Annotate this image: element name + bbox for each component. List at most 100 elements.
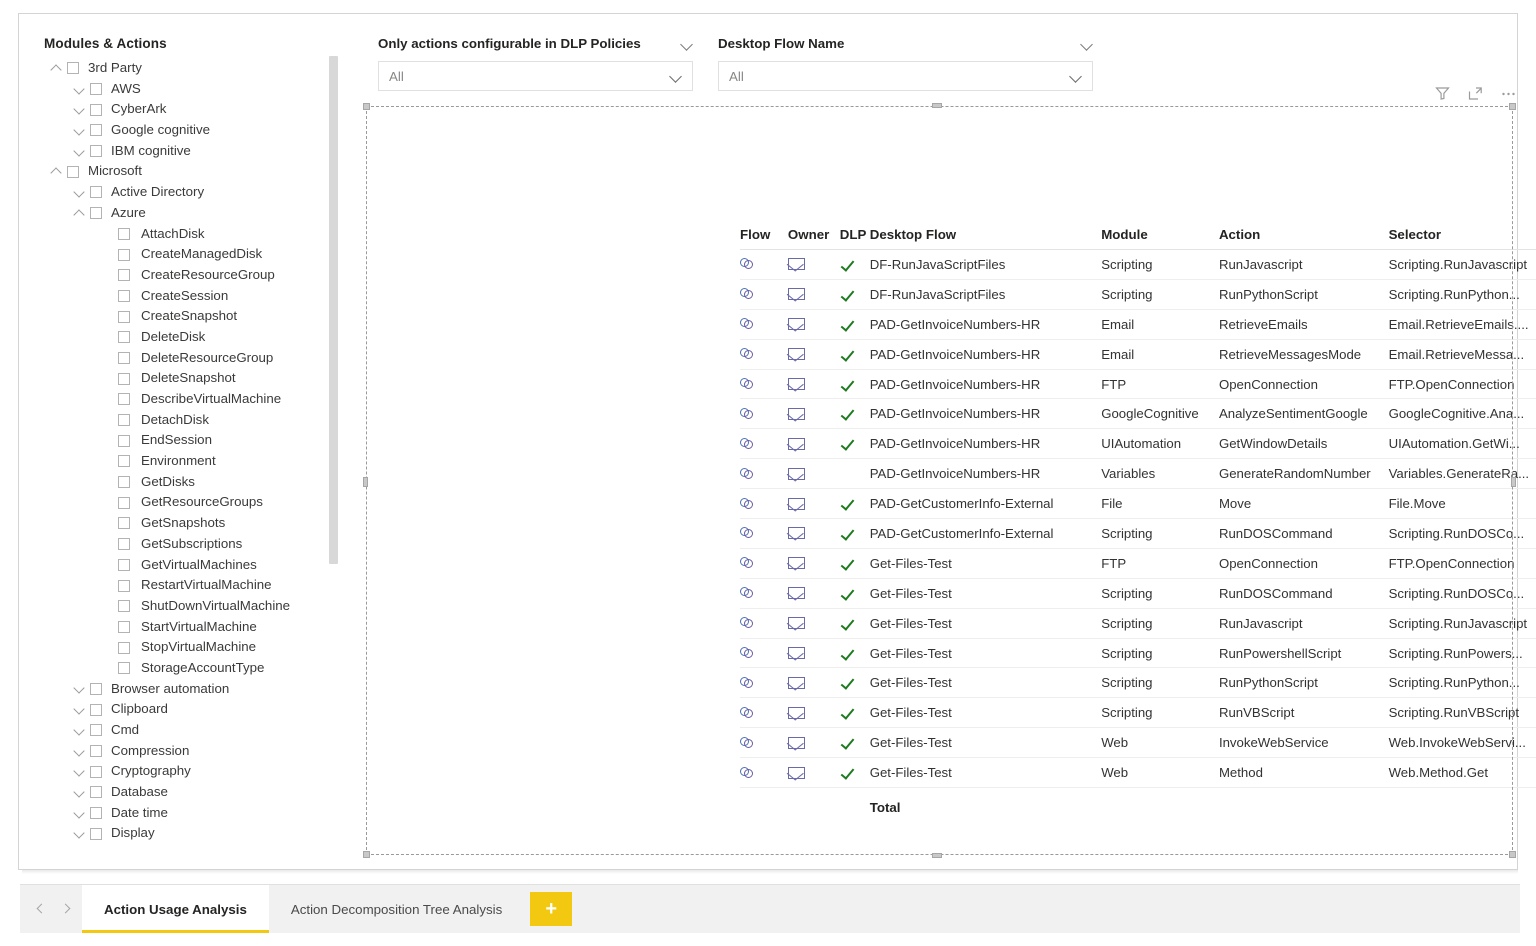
chevron-down-icon[interactable] [73,83,86,96]
action-usage-table-visual[interactable]: Flow Owner DLP Desktop Flow Module Action Sele… [366,106,1536,855]
cell-owner[interactable] [787,617,840,630]
table-row[interactable]: DF-RunJavaScriptFiles Scripting RunJavascr… [740,250,1536,280]
column-header-owner[interactable]: Owner [788,227,840,242]
link-icon[interactable] [740,647,755,659]
tree-item-checkbox[interactable] [118,455,130,468]
more-options-icon[interactable] [1500,85,1517,102]
cell-owner[interactable] [787,288,840,301]
tree-item[interactable]: GetDisks [22,472,342,493]
envelope-icon[interactable] [787,437,805,450]
tree-item[interactable]: Cmd [22,720,342,741]
link-icon[interactable] [740,378,755,390]
cell-owner[interactable] [787,766,840,779]
tree-item[interactable]: DescribeVirtualMachine [22,389,342,410]
link-icon[interactable] [740,348,755,360]
tree-item[interactable]: Google cognitive [22,120,342,141]
tree-item[interactable]: Cryptography [22,761,342,782]
tree-item-checkbox[interactable] [90,103,102,116]
modules-actions-tree[interactable]: 3rd Party AWS CyberArk Google cognitive IBM … [22,58,342,844]
cell-owner[interactable] [787,706,840,719]
tree-item[interactable]: GetSubscriptions [22,534,342,555]
chevron-down-icon[interactable] [1070,70,1082,82]
tree-item-checkbox[interactable] [118,331,130,344]
tree-item-checkbox[interactable] [118,496,130,509]
cell-flow[interactable] [740,736,788,749]
column-header-selector[interactable]: Selector [1389,227,1536,242]
table-row[interactable]: PAD-GetCustomerInfo-External Scripting Run… [740,519,1536,549]
tree-item-checkbox[interactable] [90,83,102,96]
cell-flow[interactable] [740,647,788,659]
link-icon[interactable] [740,736,755,749]
cell-flow[interactable] [740,437,788,450]
page-tab-bar[interactable]: Action Usage Analysis Action Decompositio… [20,884,1520,933]
column-header-dlp[interactable]: DLP [840,227,870,242]
cell-owner[interactable] [787,378,840,390]
envelope-icon[interactable] [787,527,805,540]
envelope-icon[interactable] [787,258,805,271]
page-tab-1[interactable]: Action Usage Analysis [82,885,269,933]
tree-item-checkbox[interactable] [67,62,79,75]
resize-handle-top-left[interactable] [363,103,370,110]
cell-owner[interactable] [787,647,840,660]
tree-item-checkbox[interactable] [118,600,130,613]
cell-flow[interactable] [740,557,788,569]
table-row[interactable]: Get-Files-Test Scripting RunVBScript Script… [740,698,1536,729]
cell-owner[interactable] [787,676,840,689]
tree-item[interactable]: DetachDisk [22,410,342,431]
resize-handle-middle-left[interactable] [363,477,368,487]
envelope-icon[interactable] [787,407,805,420]
cell-flow[interactable] [740,378,788,390]
cell-flow[interactable] [740,407,788,420]
chevron-down-icon[interactable] [73,765,86,778]
tree-item-checkbox[interactable] [118,558,130,571]
table-row[interactable]: PAD-GetInvoiceNumbers-HR Variables Generat… [740,459,1536,490]
modules-actions-slicer[interactable]: Modules & Actions 3rd Party AWS CyberArk Go… [22,16,360,856]
slicer-dlp-dropdown[interactable]: All [378,61,693,91]
chevron-down-icon[interactable] [73,724,86,737]
cell-owner[interactable] [787,497,840,510]
tree-item-checkbox[interactable] [118,414,130,427]
tree-item-checkbox[interactable] [90,807,102,820]
cell-flow[interactable] [740,706,788,719]
tree-item-checkbox[interactable] [118,393,130,406]
link-icon[interactable] [740,706,755,719]
cell-flow[interactable] [740,348,788,360]
chevron-down-icon[interactable] [73,186,86,199]
cell-flow[interactable] [740,617,788,629]
tree-item-checkbox[interactable] [90,786,102,799]
tree-item-checkbox[interactable] [90,724,102,737]
chevron-down-icon[interactable] [73,807,86,820]
tree-item-checkbox[interactable] [90,145,102,158]
table-row[interactable]: Get-Files-Test Web InvokeWebService Web.Inv… [740,728,1536,759]
link-icon[interactable] [740,527,755,539]
tree-item[interactable]: EndSession [22,430,342,451]
envelope-icon[interactable] [787,318,805,331]
link-icon[interactable] [740,407,755,420]
tree-item[interactable]: CreateManagedDisk [22,244,342,265]
tree-item-checkbox[interactable] [118,620,130,633]
cell-flow[interactable] [740,318,788,330]
envelope-icon[interactable] [787,617,805,630]
table-row[interactable]: DF-RunJavaScriptFiles Scripting RunPythonS… [740,280,1536,310]
tree-item[interactable]: StopVirtualMachine [22,637,342,658]
cell-flow[interactable] [740,258,788,270]
tab-nav-arrows[interactable] [20,885,82,933]
table-row[interactable]: Get-Files-Test Scripting RunDOSCommand Scri… [740,579,1536,609]
column-header-module[interactable]: Module [1101,227,1219,242]
cell-owner[interactable] [787,348,840,361]
cell-owner[interactable] [787,736,840,749]
envelope-icon[interactable] [787,557,805,570]
link-icon[interactable] [740,318,755,330]
tree-item-checkbox[interactable] [118,248,130,261]
resize-handle-top-right[interactable] [1509,103,1516,110]
tree-item[interactable]: DeleteResourceGroup [22,348,342,369]
envelope-icon[interactable] [787,706,805,719]
tree-item[interactable]: GetVirtualMachines [22,555,342,576]
cell-owner[interactable] [787,407,840,420]
chevron-down-icon[interactable] [73,827,86,840]
tree-item-checkbox[interactable] [90,186,102,199]
table-row[interactable]: PAD-GetInvoiceNumbers-HR FTP OpenConnectio… [740,370,1536,400]
tree-item[interactable]: CyberArk [22,99,342,120]
tree-item-checkbox[interactable] [90,207,102,220]
tree-item-checkbox[interactable] [118,372,130,385]
